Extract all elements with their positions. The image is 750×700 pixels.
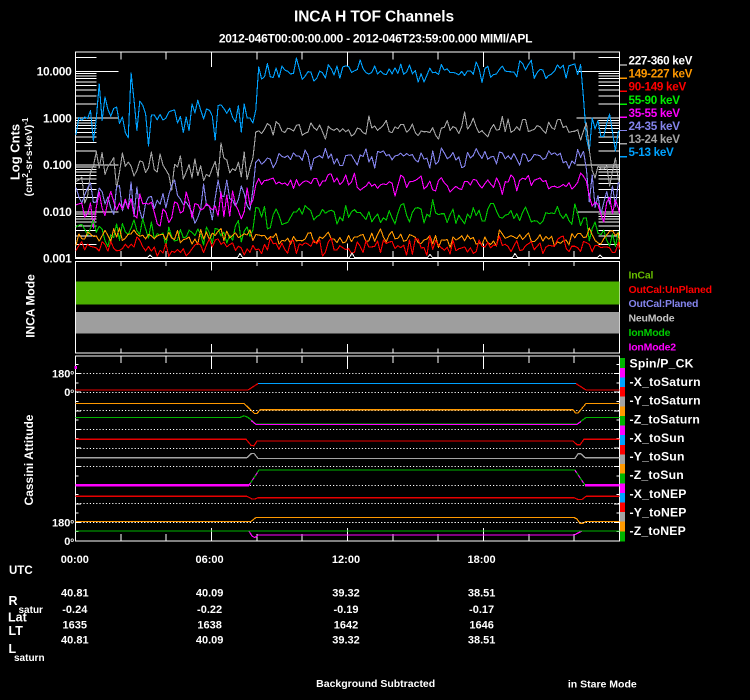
svg-text:-0.17: -0.17 <box>469 604 494 616</box>
svg-text:0.010: 0.010 <box>43 205 72 219</box>
svg-text:90-149 keV: 90-149 keV <box>629 81 687 94</box>
svg-text:12:00: 12:00 <box>332 554 360 566</box>
svg-text:0.001: 0.001 <box>43 252 72 266</box>
svg-text:55-90 keV: 55-90 keV <box>629 94 681 107</box>
svg-text:OutCal:Planed: OutCal:Planed <box>629 298 699 310</box>
svg-text:5-13 keV: 5-13 keV <box>629 146 675 159</box>
svg-text:35-55 keV: 35-55 keV <box>629 107 681 120</box>
svg-text:40.81: 40.81 <box>61 635 89 647</box>
svg-text:-X_toNEP: -X_toNEP <box>630 487 687 501</box>
svg-text:Lat: Lat <box>8 611 28 625</box>
svg-text:OutCal:UnPlaned: OutCal:UnPlaned <box>629 284 712 296</box>
svg-text:-Y_toSun: -Y_toSun <box>630 450 685 464</box>
svg-text:13-24 keV: 13-24 keV <box>629 133 681 146</box>
svg-text:-Y_toNEP: -Y_toNEP <box>630 505 687 519</box>
svg-text:R: R <box>9 594 18 608</box>
svg-text:-X_toSaturn: -X_toSaturn <box>630 375 701 389</box>
svg-text:149-227 keV: 149-227 keV <box>629 68 693 81</box>
svg-text:39.32: 39.32 <box>332 635 360 647</box>
svg-text:Background Subtracted: Background Subtracted <box>316 678 435 690</box>
svg-text:UTC: UTC <box>9 565 33 577</box>
svg-text:38.51: 38.51 <box>468 588 496 600</box>
svg-text:1638: 1638 <box>197 620 221 632</box>
svg-text:INCA H TOF Channels: INCA H TOF Channels <box>294 9 454 26</box>
svg-text:NeuMode: NeuMode <box>629 313 675 325</box>
svg-text:INCA Mode: INCA Mode <box>24 274 38 338</box>
svg-text:1642: 1642 <box>334 620 358 632</box>
svg-text:in Stare Mode: in Stare Mode <box>568 679 637 691</box>
svg-text:06:00: 06:00 <box>196 554 224 566</box>
svg-text:IonMode2: IonMode2 <box>629 342 677 354</box>
svg-text:40.09: 40.09 <box>196 588 224 600</box>
svg-text:2012-046T00:00:00.000 - 2012-0: 2012-046T00:00:00.000 - 2012-046T23:59:0… <box>219 32 532 46</box>
svg-text:saturn: saturn <box>14 653 45 664</box>
svg-text:-Z_toSaturn: -Z_toSaturn <box>630 412 701 426</box>
svg-text:10.000: 10.000 <box>37 65 73 79</box>
svg-text:-0.19: -0.19 <box>333 604 358 616</box>
svg-text:40.81: 40.81 <box>61 588 89 600</box>
svg-text:227-360 keV: 227-360 keV <box>629 55 693 68</box>
svg-text:Log Cnts: Log Cnts <box>8 124 23 180</box>
svg-text:-Z_toSun: -Z_toSun <box>630 468 684 482</box>
svg-text:-0.24: -0.24 <box>62 604 88 616</box>
svg-text:-X_toSun: -X_toSun <box>630 431 685 445</box>
svg-text:LT: LT <box>9 624 24 638</box>
svg-text:18:00: 18:00 <box>468 554 496 566</box>
svg-text:-0.22: -0.22 <box>197 604 222 616</box>
svg-text:IonMode: IonMode <box>629 327 671 339</box>
svg-text:00:00: 00:00 <box>61 554 89 566</box>
svg-text:1.000: 1.000 <box>43 111 72 125</box>
svg-text:(cm2-sr-s-keV)-1: (cm2-sr-s-keV)-1 <box>21 117 35 196</box>
svg-text:1635: 1635 <box>63 620 87 632</box>
svg-text:1646: 1646 <box>469 620 493 632</box>
svg-text:Spin/P_CK: Spin/P_CK <box>630 357 694 371</box>
svg-text:0.100: 0.100 <box>43 158 72 172</box>
svg-text:-Y_toSaturn: -Y_toSaturn <box>630 394 701 408</box>
svg-text:Cassini Attitude: Cassini Attitude <box>22 414 36 505</box>
svg-text:38.51: 38.51 <box>468 635 496 647</box>
svg-text:39.32: 39.32 <box>332 588 360 600</box>
svg-text:24-35 keV: 24-35 keV <box>629 120 681 133</box>
svg-text:-Z_toNEP: -Z_toNEP <box>630 524 686 538</box>
svg-text:40.09: 40.09 <box>196 635 224 647</box>
svg-text:InCal: InCal <box>629 269 654 281</box>
